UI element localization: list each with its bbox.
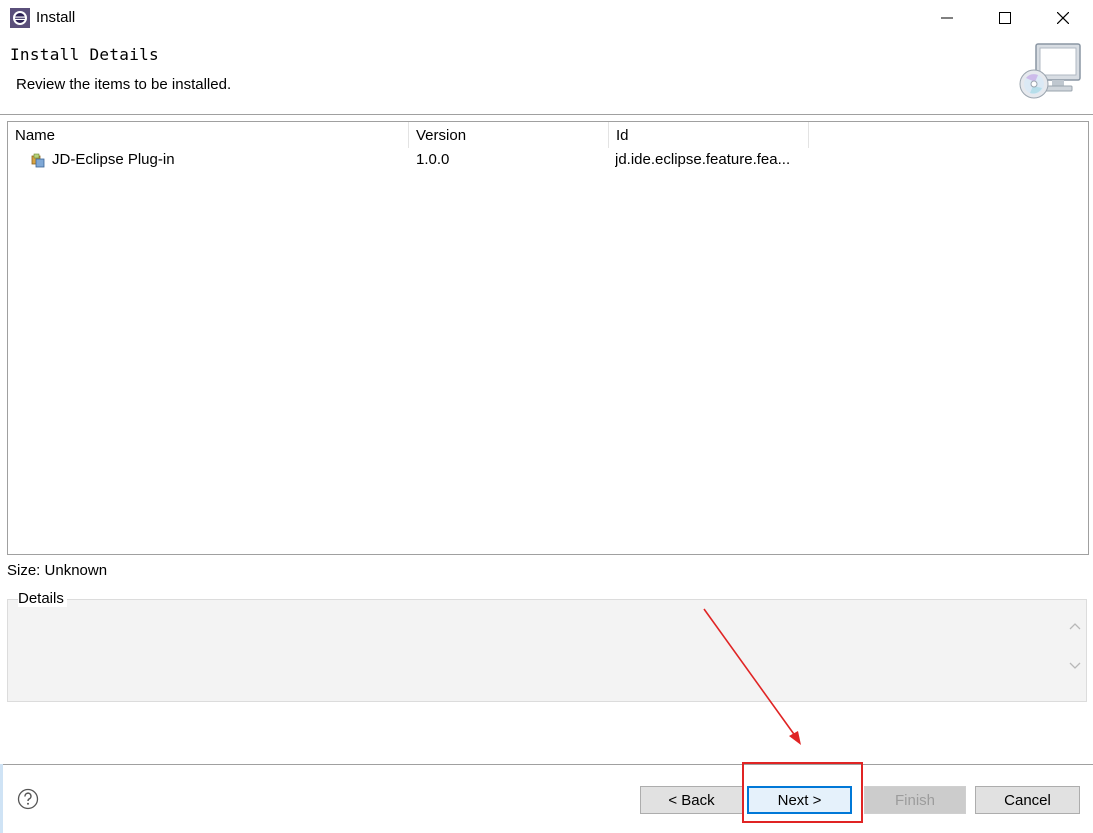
close-icon (1057, 12, 1069, 24)
annotation-highlight-box (742, 762, 863, 823)
page-description: Review the items to be installed. (16, 76, 232, 93)
back-button[interactable]: < Back (640, 786, 743, 814)
minimize-button[interactable] (918, 0, 976, 36)
cell-version: 1.0.0 (416, 151, 450, 168)
window-edge (0, 764, 3, 833)
title-bar: Install (0, 0, 1093, 36)
table-header: Name Version Id (8, 122, 1088, 148)
install-items-table[interactable]: Name Version Id JD-Eclipse Plug-in 1.0.0… (7, 121, 1089, 555)
feature-icon (31, 153, 47, 169)
scroll-down-arrow-icon[interactable] (1068, 658, 1082, 672)
column-header-id[interactable]: Id (609, 122, 809, 148)
details-group: Details (7, 590, 1087, 702)
maximize-button[interactable] (976, 0, 1034, 36)
column-header-name[interactable]: Name (8, 122, 409, 148)
size-label: Size: Unknown (7, 562, 108, 579)
window-title: Install (36, 9, 76, 26)
cancel-button[interactable]: Cancel (975, 786, 1080, 814)
finish-button[interactable]: Finish (864, 786, 966, 814)
column-header-version[interactable]: Version (409, 122, 609, 148)
minimize-icon (941, 17, 953, 19)
cell-name: JD-Eclipse Plug-in (52, 151, 175, 168)
cell-id: jd.ide.eclipse.feature.fea... (615, 151, 791, 168)
maximize-icon (999, 12, 1011, 24)
wizard-banner: Install Details Review the items to be i… (0, 36, 1093, 115)
button-bar-divider (0, 764, 1093, 765)
help-icon (17, 788, 39, 810)
page-title: Install Details (10, 45, 159, 64)
computer-install-icon (1018, 40, 1084, 102)
scroll-up-arrow-icon[interactable] (1068, 620, 1082, 634)
help-button[interactable] (17, 788, 39, 810)
details-text-area[interactable] (9, 610, 1085, 700)
eclipse-icon (10, 8, 30, 28)
close-button[interactable] (1034, 0, 1092, 36)
details-legend: Details (18, 590, 67, 607)
table-row[interactable]: JD-Eclipse Plug-in 1.0.0 jd.ide.eclipse.… (8, 148, 1088, 172)
